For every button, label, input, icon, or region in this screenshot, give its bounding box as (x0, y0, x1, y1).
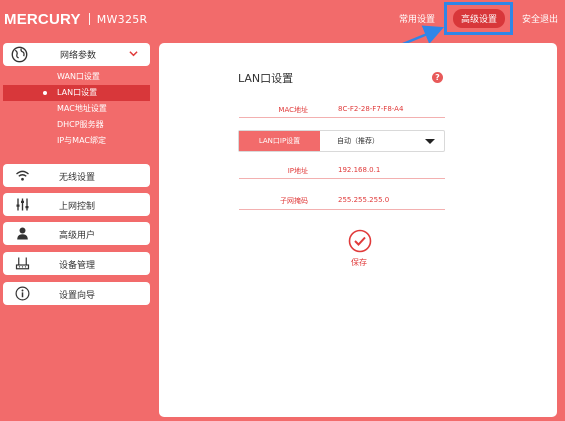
submenu-dhcp[interactable]: DHCP服务器 (3, 117, 150, 133)
sidebar-item-device-management[interactable]: 设备管理 (3, 252, 150, 275)
sidebar-group-network: 网络参数 WAN口设置 LAN口设置 MAC地址设置 DHCP服务器 IP与MA… (3, 43, 150, 155)
nav-common-settings[interactable]: 常用设置 (399, 12, 435, 25)
mac-value: 8C-F2-28-F7-F8-A4 (338, 105, 404, 113)
divider (239, 209, 445, 210)
save-check-icon[interactable] (348, 229, 372, 253)
sidebar-item-setup-wizard[interactable]: 设置向导 (3, 282, 150, 305)
sliders-icon (16, 198, 29, 211)
sidebar-submenu: WAN口设置 LAN口设置 MAC地址设置 DHCP服务器 IP与MAC绑定 (3, 69, 150, 149)
mac-label: MAC地址 (278, 106, 308, 114)
info-icon (15, 286, 30, 301)
submenu-ip-mac-binding[interactable]: IP与MAC绑定 (3, 133, 150, 149)
annotation-highlight-box (444, 2, 513, 35)
globe-icon (11, 46, 28, 63)
wifi-icon (16, 170, 29, 181)
sidebar-item-access-control[interactable]: 上网控制 (3, 193, 150, 216)
lan-ip-mode-value: 自动（推荐） (337, 137, 379, 145)
lan-ip-mode-label: LAN口IP设置 (239, 131, 320, 151)
mask-label: 子网掩码 (280, 197, 308, 205)
sidebar-item-label: 高级用户 (59, 231, 96, 241)
sidebar-item-wireless[interactable]: 无线设置 (3, 164, 150, 187)
mask-value: 255.255.255.0 (338, 196, 390, 204)
divider (239, 178, 445, 179)
submenu-wan[interactable]: WAN口设置 (3, 69, 150, 85)
dropdown-caret-icon (425, 139, 435, 144)
ip-value: 192.168.0.1 (338, 166, 381, 174)
submenu-mac[interactable]: MAC地址设置 (3, 101, 150, 117)
sidebar-item-label: 网络参数 (60, 51, 97, 61)
divider (239, 117, 445, 118)
content-panel: LAN口设置 ? MAC地址 8C-F2-28-F7-F8-A4 LAN口IP设… (159, 43, 557, 417)
nav-logout[interactable]: 安全退出 (522, 12, 558, 25)
lan-ip-mode-select[interactable]: LAN口IP设置 自动（推荐） (238, 130, 445, 152)
user-icon (17, 227, 28, 240)
ip-label: IP地址 (287, 167, 308, 175)
sidebar-item-network[interactable]: 网络参数 (3, 43, 150, 66)
router-icon (15, 257, 30, 270)
sidebar-item-label: 无线设置 (59, 173, 96, 183)
sidebar-item-label: 上网控制 (59, 202, 96, 212)
chevron-down-icon (129, 51, 138, 57)
submenu-lan[interactable]: LAN口设置 (3, 85, 150, 101)
help-icon[interactable]: ? (432, 72, 443, 83)
page-title: LAN口设置 (238, 72, 294, 85)
sidebar-item-label: 设备管理 (59, 261, 96, 271)
sidebar-item-advanced-user[interactable]: 高级用户 (3, 222, 150, 245)
save-button[interactable]: 保存 (351, 257, 367, 268)
sidebar-item-label: 设置向导 (59, 291, 96, 301)
